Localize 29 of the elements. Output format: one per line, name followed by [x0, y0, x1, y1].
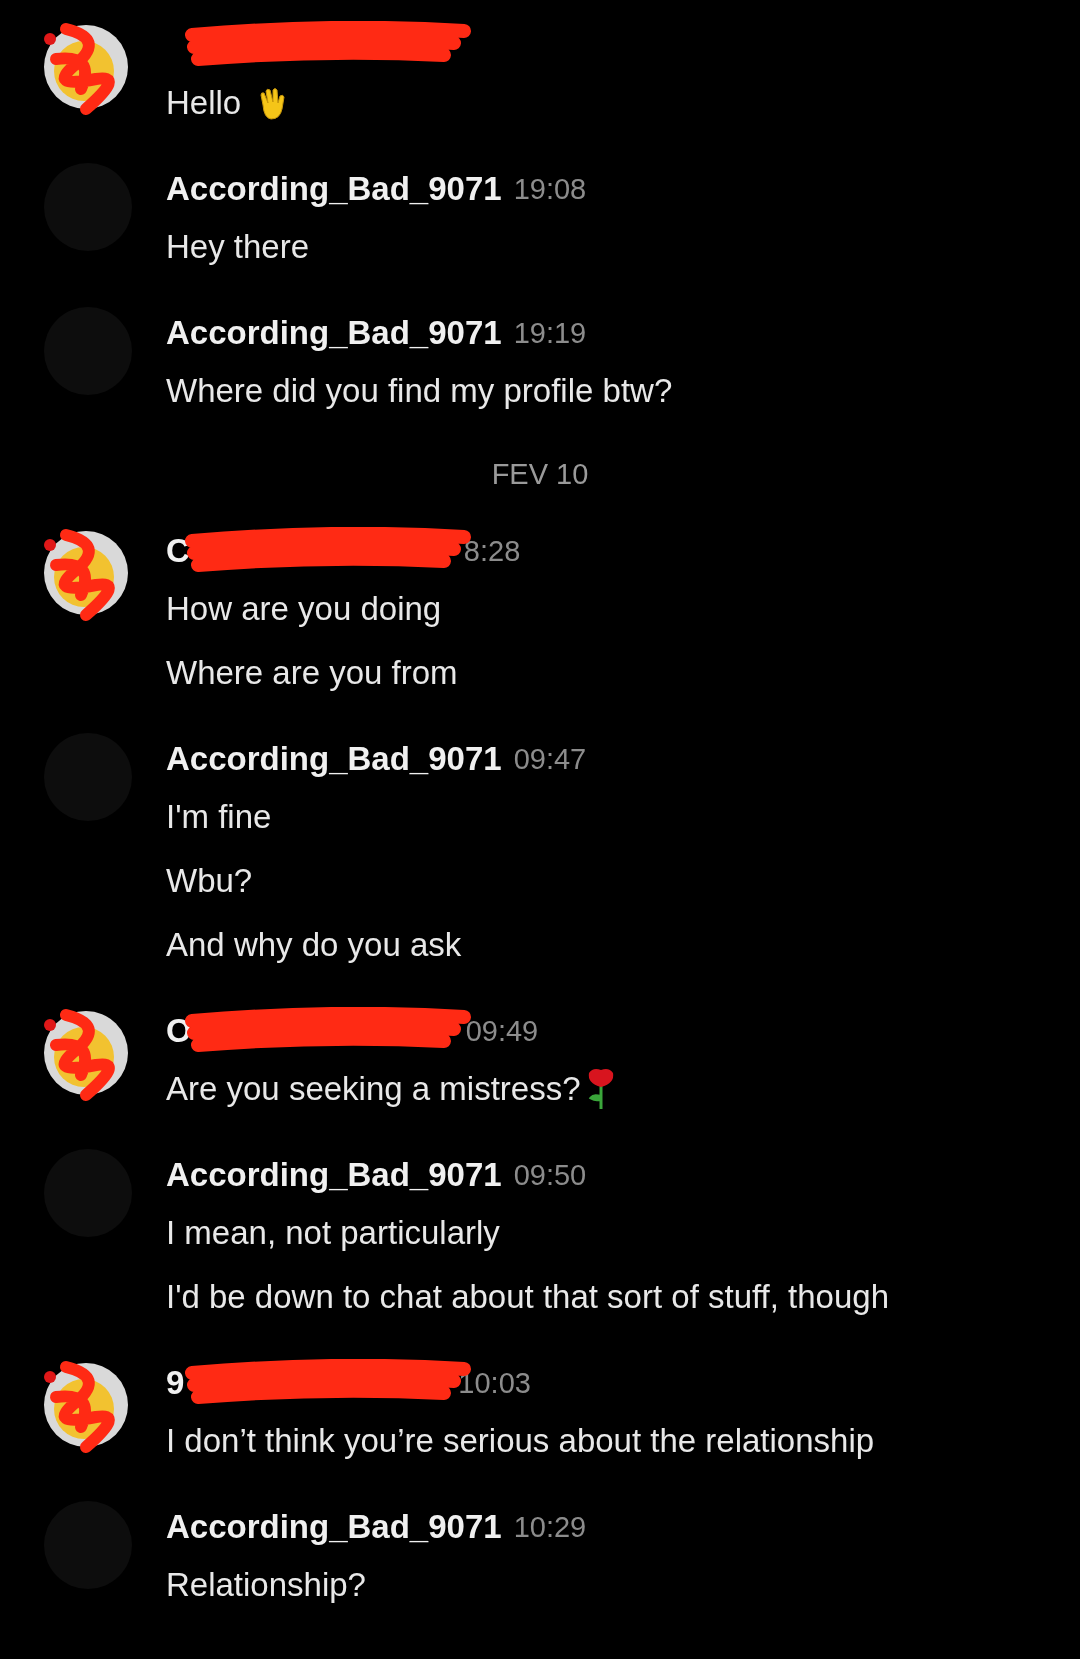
message-text: Where did you find my profile btw?	[166, 371, 673, 411]
message-text: Wbu?	[166, 861, 253, 901]
message-time: 19:08	[513, 172, 587, 207]
message-text: And why do you ask	[166, 925, 462, 965]
message-text: Relationship?	[166, 1565, 366, 1605]
message-text: Hey there	[166, 227, 310, 267]
message-time: 09:50	[513, 1158, 587, 1193]
message-text: I'd be down to chat about that sort of stuff, though	[166, 1277, 890, 1317]
message-time: 10:03	[458, 1366, 531, 1401]
username[interactable]: According_Bad_9071	[166, 307, 502, 359]
message-time: 09:47	[513, 742, 587, 777]
message-time: 8:28	[463, 534, 521, 569]
username[interactable]: According_Bad_9071	[166, 163, 502, 215]
username[interactable]: According_Bad_9071	[166, 733, 502, 785]
message-time: 09:49	[465, 1014, 539, 1049]
date-divider: FEV 10	[491, 457, 589, 492]
message-time: 19:19	[513, 316, 587, 351]
username[interactable]: C	[166, 525, 190, 577]
message-time: 10:29	[513, 1510, 587, 1545]
message-text: Hello	[166, 83, 242, 123]
message-text: I'm fine	[166, 797, 272, 837]
message-text: I don’t think you’re serious about the relationship	[166, 1421, 875, 1461]
username[interactable]: 9	[166, 1357, 185, 1409]
message-text: How are you doing	[166, 589, 442, 629]
username[interactable]: According_Bad_9071	[166, 1149, 502, 1201]
username[interactable]: According_Bad_9071	[166, 1501, 502, 1553]
message-text: Where are you from	[166, 653, 458, 693]
message-text: I mean, not particularly	[166, 1213, 500, 1253]
message-text: Are you seeking a mistress?	[166, 1069, 581, 1109]
